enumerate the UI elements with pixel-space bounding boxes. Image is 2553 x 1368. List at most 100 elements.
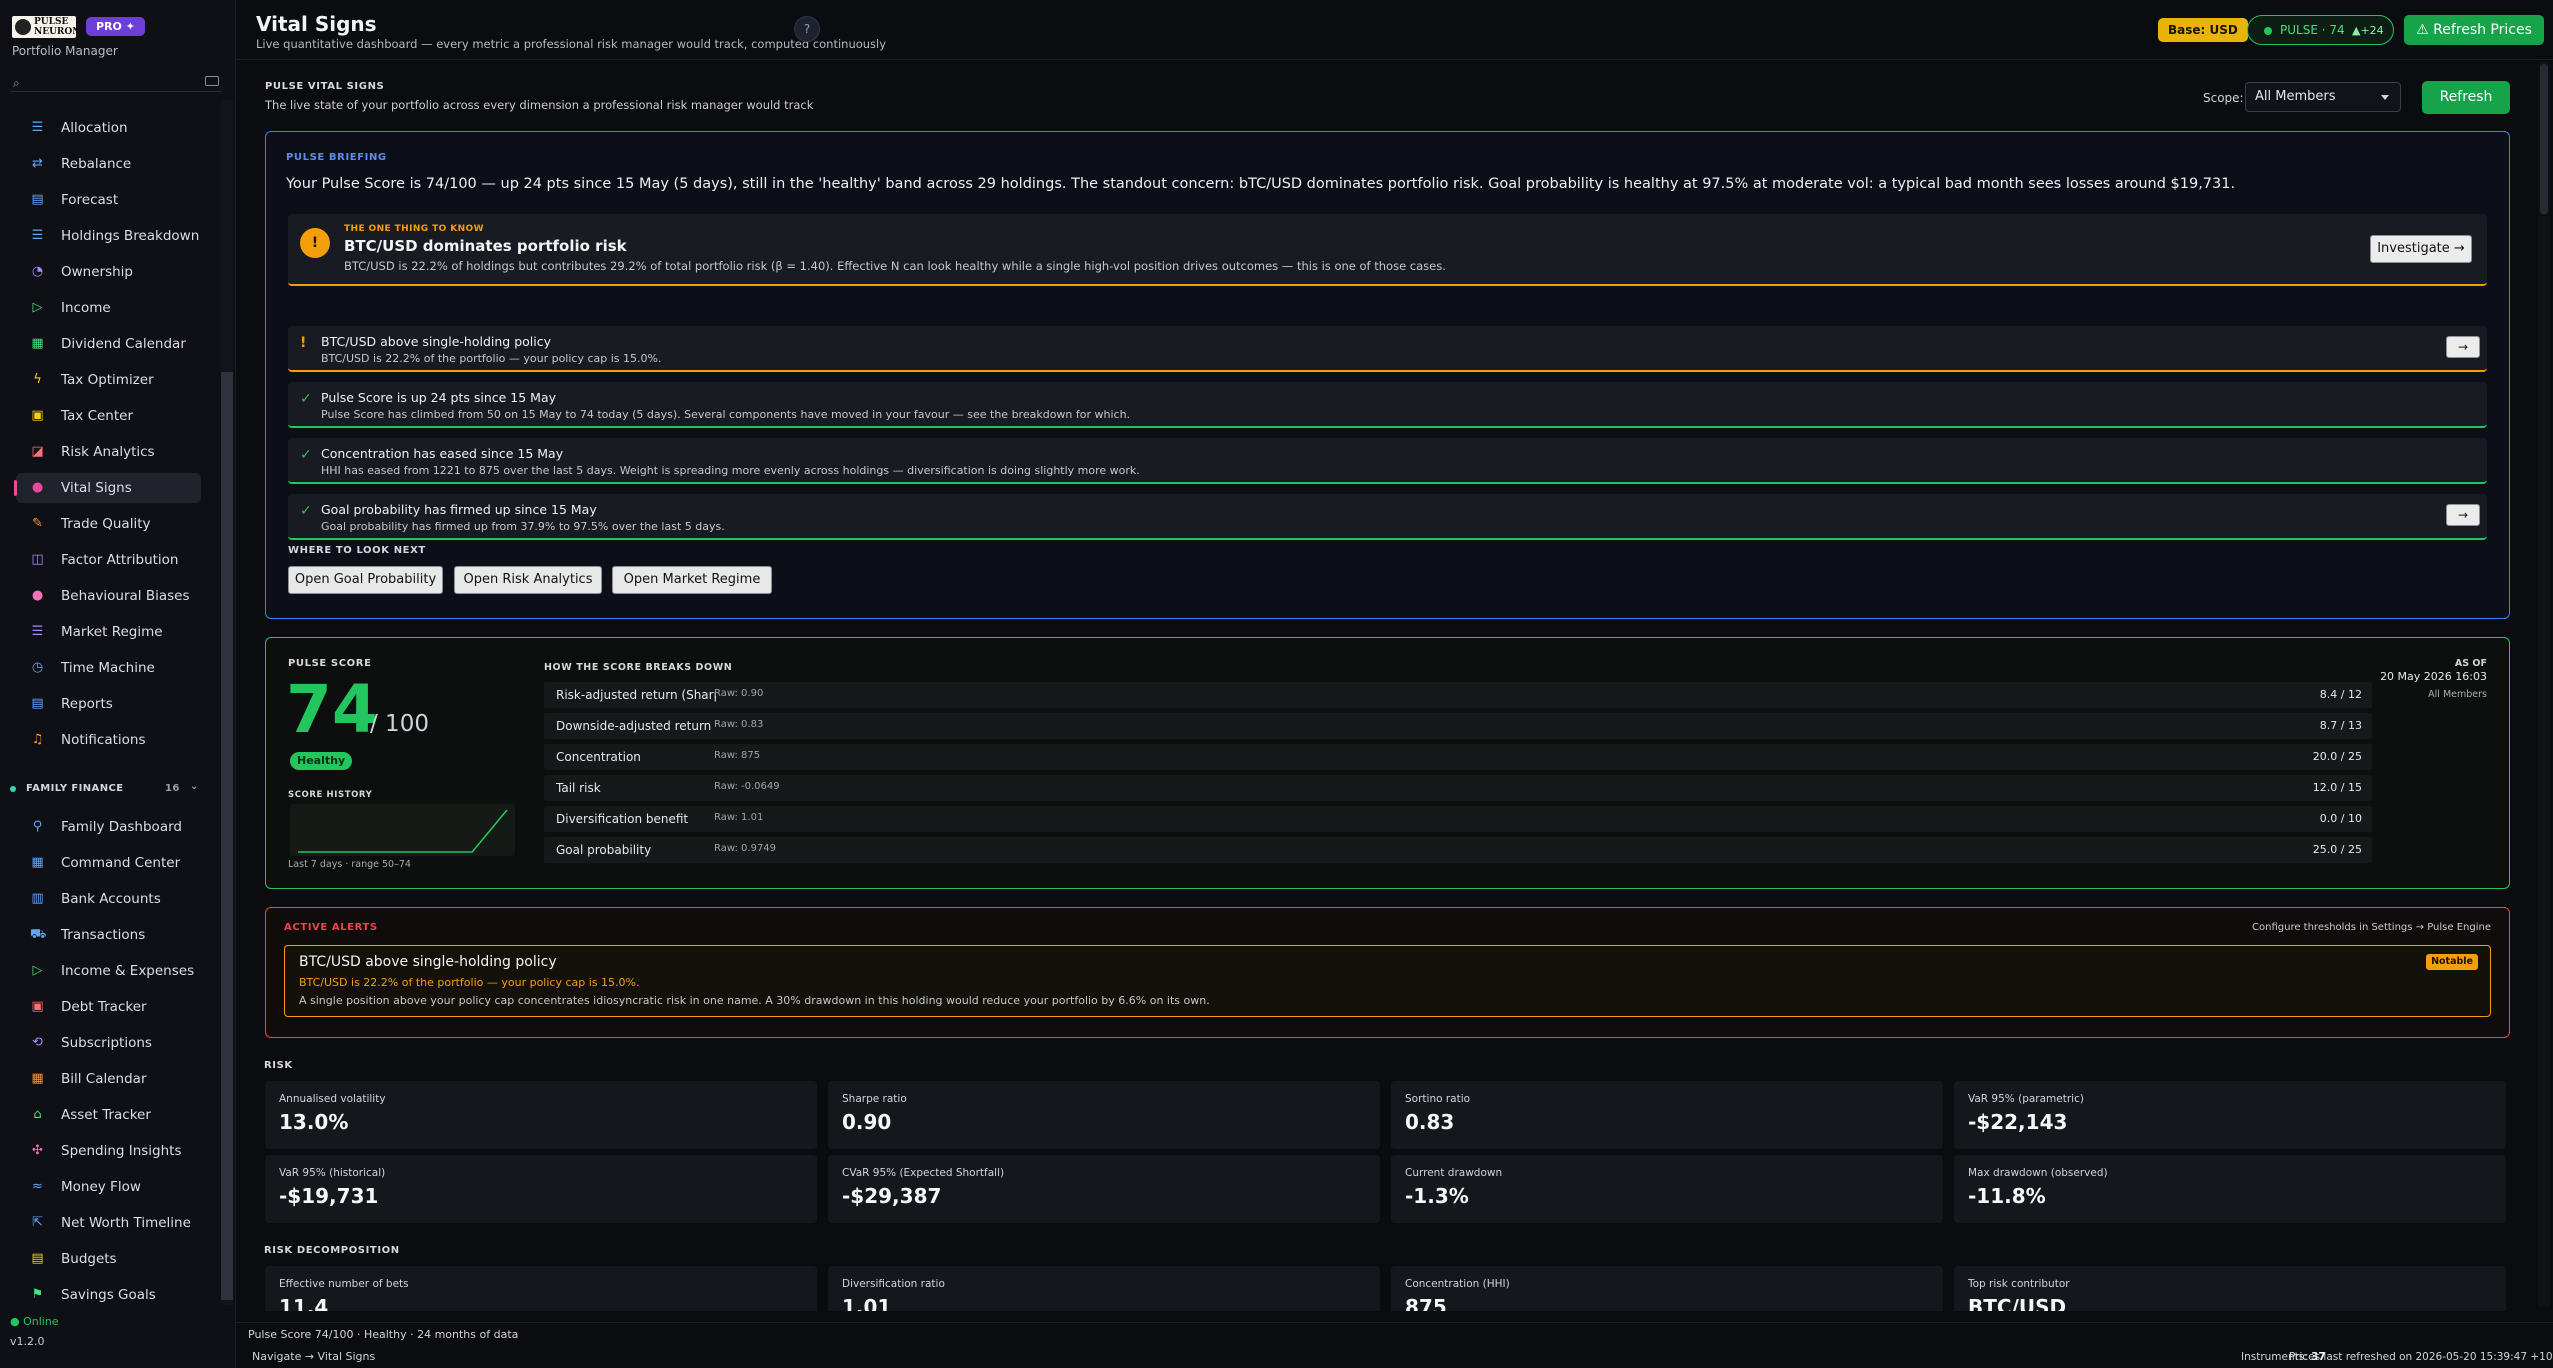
open-item-button[interactable]: → xyxy=(2446,336,2480,358)
risk-label: RISK xyxy=(264,1060,293,1071)
sidebar-item-income-expenses[interactable]: ▷ Income & Expenses xyxy=(16,956,201,986)
metric-value: -$19,731 xyxy=(279,1184,379,1208)
collapse-sidebar-icon[interactable] xyxy=(205,76,219,86)
sidebar-item-label: Market Regime xyxy=(61,624,163,640)
component-raw: Raw: 875 xyxy=(714,750,761,761)
metric-label: Max drawdown (observed) xyxy=(1968,1167,2108,1179)
sidebar-item-behavioural-biases[interactable]: ● Behavioural Biases xyxy=(16,581,201,611)
sidebar-item-risk-analytics[interactable]: ◪ Risk Analytics xyxy=(16,437,201,467)
score-history-sparkline xyxy=(290,804,515,856)
footer-navigation: Navigate → Vital Signs xyxy=(252,1350,376,1363)
investigate-button[interactable]: Investigate → xyxy=(2370,235,2472,263)
home-icon: ⌂ xyxy=(33,1107,42,1122)
one-thing-title: BTC/USD dominates portfolio risk xyxy=(344,237,627,255)
component-name: Concentration xyxy=(556,750,641,764)
bank-icon: ▥ xyxy=(31,891,44,906)
sidebar-item-transactions[interactable]: ⛟ Transactions xyxy=(16,920,201,950)
sidebar-item-label: Budgets xyxy=(61,1251,117,1267)
sidebar-item-spending-insights[interactable]: ✣ Spending Insights xyxy=(16,1136,201,1166)
sidebar: PULSE NEURON PRO ✦ Portfolio Manager ⌕ ☰… xyxy=(0,0,236,1368)
sidebar-item-allocation[interactable]: ☰ Allocation xyxy=(16,113,201,143)
sidebar-item-command-center[interactable]: ▦ Command Center xyxy=(16,848,201,878)
sidebar-item-factor-attribution[interactable]: ◫ Factor Attribution xyxy=(16,545,201,575)
sidebar-item-forecast[interactable]: ▤ Forecast xyxy=(16,185,201,215)
base-currency-badge[interactable]: Base: USD xyxy=(2158,18,2248,42)
scope-select[interactable]: All Members xyxy=(2245,82,2401,112)
lightning-icon: ϟ xyxy=(33,372,42,387)
chevron-down-icon[interactable]: ⌄ xyxy=(190,781,199,792)
biases-icon: ● xyxy=(31,588,44,603)
sidebar-item-market-regime[interactable]: ☰ Market Regime xyxy=(16,617,201,647)
open-item-button[interactable]: → xyxy=(2446,504,2480,526)
sidebar-item-label: Income & Expenses xyxy=(61,963,195,979)
app-logo[interactable]: PULSE NEURON xyxy=(12,16,80,38)
alert-body: A single position above your policy cap … xyxy=(299,994,1210,1007)
sidebar-item-vital-signs[interactable]: ● Vital Signs xyxy=(14,473,201,503)
main-scrollbar-thumb[interactable] xyxy=(2540,64,2548,214)
debt-icon: ▣ xyxy=(31,999,44,1014)
sidebar-search[interactable]: ⌕ xyxy=(10,74,222,92)
money-flow-icon: ≈ xyxy=(32,1179,43,1194)
pulse-dot-icon xyxy=(2264,27,2272,35)
sidebar-item-bank-accounts[interactable]: ▥ Bank Accounts xyxy=(16,884,201,914)
sidebar-scrollbar-thumb[interactable] xyxy=(221,372,233,1300)
regime-icon: ☰ xyxy=(31,624,44,639)
sidebar-item-bill-calendar[interactable]: ▦ Bill Calendar xyxy=(16,1064,201,1094)
sidebar-item-net-worth-timeline[interactable]: ⇱ Net Worth Timeline xyxy=(16,1208,201,1238)
sidebar-item-rebalance[interactable]: ⇄ Rebalance xyxy=(16,149,201,179)
sidebar-item-money-flow[interactable]: ≈ Money Flow xyxy=(16,1172,201,1202)
metric-label: Effective number of bets xyxy=(279,1278,409,1290)
pulse-score-pill[interactable]: PULSE · 74 ▲+24 xyxy=(2247,15,2394,45)
configure-thresholds-link[interactable]: Configure thresholds in Settings → Pulse… xyxy=(2252,922,2491,933)
sidebar-item-holdings-breakdown[interactable]: ☰ Holdings Breakdown xyxy=(16,221,201,251)
sidebar-item-tax-center[interactable]: ▣ Tax Center xyxy=(16,401,201,431)
open-market-regime-button[interactable]: Open Market Regime xyxy=(612,566,772,594)
open-risk-analytics-button[interactable]: Open Risk Analytics xyxy=(454,566,602,594)
briefing-item-body: HHI has eased from 1221 to 875 over the … xyxy=(321,464,1140,477)
metric-card: CVaR 95% (Expected Shortfall) -$29,387 xyxy=(828,1155,1380,1223)
timeline-icon: ⇱ xyxy=(32,1215,43,1230)
reports-icon: ▤ xyxy=(31,696,44,711)
refresh-prices-button[interactable]: ⚠ Refresh Prices xyxy=(2404,15,2544,45)
metric-value: -$22,143 xyxy=(1968,1110,2068,1134)
briefing-item: ! BTC/USD above single-holding policy BTC/… xyxy=(288,326,2487,372)
sidebar-item-ownership[interactable]: ◔ Ownership xyxy=(16,257,201,287)
sidebar-item-label: Allocation xyxy=(61,120,128,136)
briefing-item-body: BTC/USD is 22.2% of the portfolio — your… xyxy=(321,352,662,365)
sidebar-item-budgets[interactable]: ▤ Budgets xyxy=(16,1244,201,1274)
sidebar-item-family-dashboard[interactable]: ⚲ Family Dashboard xyxy=(16,812,201,842)
sidebar-item-trade-quality[interactable]: ✎ Trade Quality xyxy=(16,509,201,539)
dashboard-icon: ⚲ xyxy=(32,819,43,834)
sidebar-item-notifications[interactable]: ♫ Notifications xyxy=(16,725,201,755)
open-goal-probability-button[interactable]: Open Goal Probability xyxy=(288,566,443,594)
metric-card: Effective number of bets 11.4 xyxy=(265,1266,817,1311)
breakdown-row: Downside-adjusted return (Sortino)Raw: 0… xyxy=(544,713,2372,739)
family-finance-header[interactable]: FAMILY FINANCE 16 ⌄ xyxy=(10,781,206,798)
insights-icon: ✣ xyxy=(32,1143,43,1158)
sidebar-item-dividend-calendar[interactable]: ▦ Dividend Calendar xyxy=(16,329,201,359)
help-icon[interactable]: ? xyxy=(794,16,820,42)
top-header: Vital Signs Live quantitative dashboard … xyxy=(236,0,2553,60)
as-of-date: 20 May 2026 16:03 xyxy=(2380,670,2487,683)
sidebar-item-time-machine[interactable]: ◷ Time Machine xyxy=(16,653,201,683)
sidebar-item-reports[interactable]: ▤ Reports xyxy=(16,689,201,719)
briefing-summary: Your Pulse Score is 74/100 — up 24 pts s… xyxy=(286,176,2236,192)
score-history-caption: Last 7 days · range 50–74 xyxy=(288,859,411,870)
refresh-button[interactable]: Refresh xyxy=(2422,81,2510,114)
breakdown-row: Tail risk Raw: -0.0649 12.0 / 15 xyxy=(544,775,2372,801)
component-raw: Raw: 0.9749 xyxy=(714,843,777,854)
sidebar-item-debt-tracker[interactable]: ▣ Debt Tracker xyxy=(16,992,201,1022)
alert-card[interactable]: BTC/USD above single-holding policy BTC/… xyxy=(284,945,2491,1017)
sidebar-item-income[interactable]: ▷ Income xyxy=(16,293,201,323)
sidebar-item-subscriptions[interactable]: ⟲ Subscriptions xyxy=(16,1028,201,1058)
clock-icon: ◷ xyxy=(31,660,44,675)
main-scrollbar[interactable] xyxy=(2538,62,2550,1307)
sidebar-item-label: Notifications xyxy=(61,732,146,748)
sidebar-item-asset-tracker[interactable]: ⌂ Asset Tracker xyxy=(16,1100,201,1130)
metric-label: Diversification ratio xyxy=(842,1278,945,1290)
income-expenses-icon: ▷ xyxy=(32,963,43,978)
sidebar-item-tax-optimizer[interactable]: ϟ Tax Optimizer xyxy=(16,365,201,395)
score-history-label: SCORE HISTORY xyxy=(288,790,373,800)
sidebar-item-savings-goals[interactable]: ⚑ Savings Goals xyxy=(16,1280,201,1310)
page-title: Vital Signs xyxy=(256,12,377,36)
